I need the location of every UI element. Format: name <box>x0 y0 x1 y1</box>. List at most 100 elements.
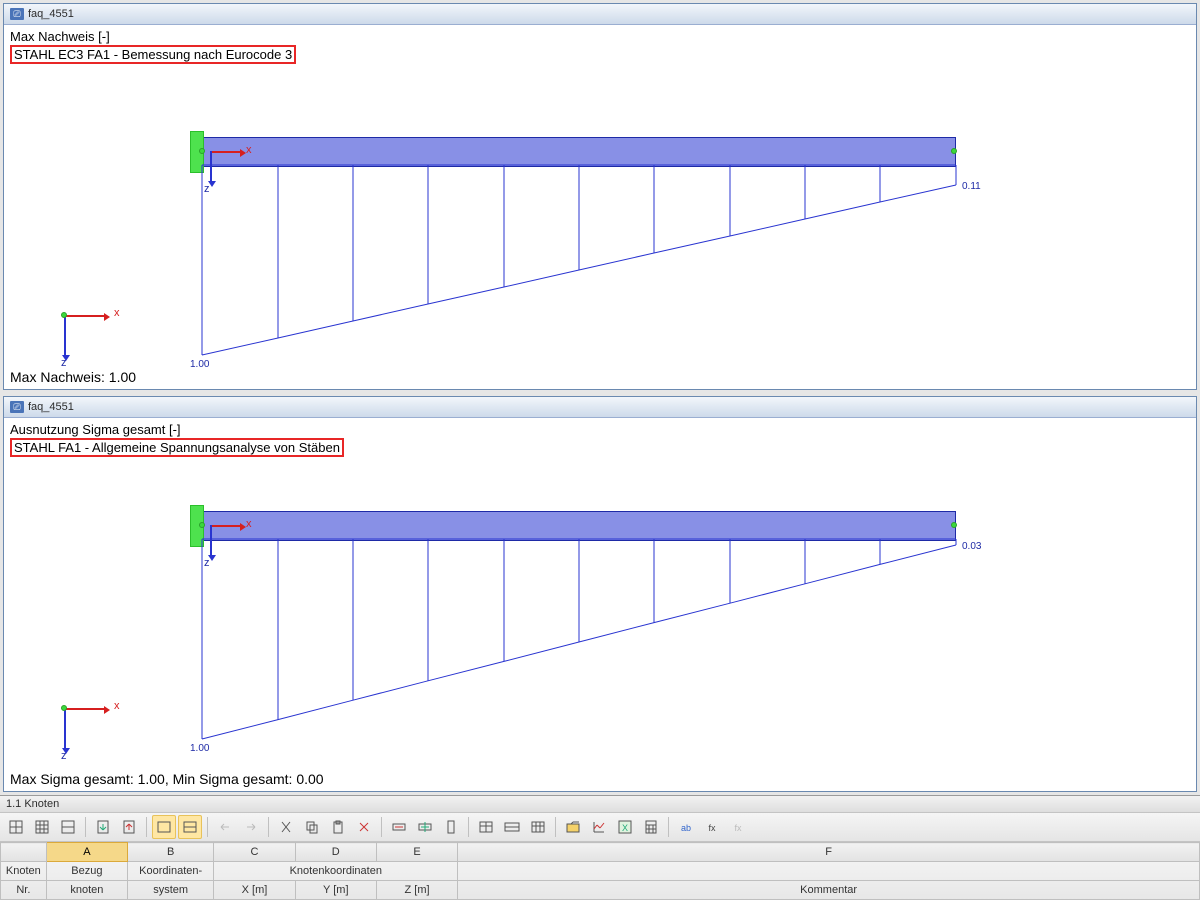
origin-marker <box>61 705 67 711</box>
column-letter[interactable]: C <box>214 843 295 862</box>
toolbar-rect-sel-button[interactable] <box>152 815 176 839</box>
column-letter[interactable]: E <box>376 843 457 862</box>
origin-marker <box>61 312 67 318</box>
table-toolbar: Xab fx fx <box>0 813 1200 842</box>
toolbar-separator <box>468 817 469 837</box>
toolbar-separator <box>85 817 86 837</box>
delete-icon <box>356 819 372 835</box>
fx-x-icon: fx <box>730 819 746 835</box>
global-x-axis <box>64 315 104 317</box>
viewport[interactable]: Ausnutzung Sigma gesamt [-]STAHL FA1 - A… <box>4 418 1196 791</box>
toolbar-rect-sel2-button[interactable] <box>178 815 202 839</box>
toolbar-paste-button[interactable] <box>326 815 350 839</box>
panel-icon: ⎚ <box>10 401 24 413</box>
col-subheader[interactable]: Z [m] <box>376 881 457 900</box>
toolbar-grid-button[interactable] <box>4 815 28 839</box>
column-letter[interactable]: F <box>458 843 1200 862</box>
table-icon <box>478 819 494 835</box>
toolbar-calc-button[interactable] <box>639 815 663 839</box>
col-header[interactable]: Bezug <box>46 862 127 881</box>
toolbar-chart-button[interactable] <box>587 815 611 839</box>
table-column-headers: ABCDEF KnotenBezugKoordinaten-Knotenkoord… <box>0 842 1200 900</box>
rect-sel2-icon <box>182 819 198 835</box>
col-subheader[interactable]: system <box>128 881 214 900</box>
col-subheader[interactable]: Kommentar <box>458 881 1200 900</box>
col-subheader[interactable]: Nr. <box>1 881 47 900</box>
global-z-label: z <box>61 750 67 762</box>
column-letter[interactable]: B <box>128 843 214 862</box>
copy-icon <box>304 819 320 835</box>
toolbar-separator <box>207 817 208 837</box>
viewport[interactable]: Max Nachweis [-]STAHL EC3 FA1 - Bemessun… <box>4 25 1196 389</box>
toolbar-fx-x-button[interactable]: fx <box>726 815 750 839</box>
calc-icon <box>643 819 659 835</box>
column-letter[interactable]: D <box>295 843 376 862</box>
result-summary: Max Nachweis: 1.00 <box>10 369 136 385</box>
toolbar-import-button[interactable] <box>91 815 115 839</box>
panel-titlebar[interactable]: ⎚ faq_4551 <box>4 397 1196 418</box>
toolbar-cut-button[interactable] <box>274 815 298 839</box>
col-header-group[interactable]: Knotenkoordinaten <box>214 862 458 881</box>
global-x-axis <box>64 708 104 710</box>
toolbar-fx-button[interactable]: fx <box>700 815 724 839</box>
col-subheader[interactable]: knoten <box>46 881 127 900</box>
toolbar-xls-button[interactable]: X <box>613 815 637 839</box>
global-z-axis <box>64 315 66 355</box>
table-title: 1.1 Knoten <box>0 796 1200 813</box>
toolbar-row-ins-button[interactable] <box>413 815 437 839</box>
panel-title: faq_4551 <box>28 4 74 24</box>
toolbar-separator <box>381 817 382 837</box>
col-header[interactable] <box>458 862 1200 881</box>
global-x-label: x <box>114 307 120 319</box>
toolbar-separator <box>668 817 669 837</box>
folder-icon <box>565 819 581 835</box>
toolbar-table-wide-button[interactable] <box>500 815 524 839</box>
import-icon <box>95 819 111 835</box>
undo-icon <box>217 819 233 835</box>
table-wide-icon <box>504 819 520 835</box>
row-del-icon <box>391 819 407 835</box>
row-ins-icon <box>417 819 433 835</box>
export-icon <box>121 819 137 835</box>
result-summary: Max Sigma gesamt: 1.00, Min Sigma gesamt… <box>10 771 324 787</box>
col-header[interactable]: Knoten <box>1 862 47 881</box>
toolbar-col-tool-button[interactable] <box>439 815 463 839</box>
toolbar-table-button[interactable] <box>474 815 498 839</box>
toolbar-table-cfg-button[interactable] <box>526 815 550 839</box>
result-diagram <box>4 418 986 759</box>
redo-icon <box>243 819 259 835</box>
toolbar-grid-all-button[interactable] <box>30 815 54 839</box>
col-subheader[interactable]: X [m] <box>214 881 295 900</box>
toolbar-row-del-button[interactable] <box>387 815 411 839</box>
result-diagram <box>4 25 986 375</box>
svg-text:fx: fx <box>708 823 716 833</box>
corner-cell[interactable] <box>1 843 47 862</box>
svg-text:ab: ab <box>681 823 691 833</box>
table-cfg-icon <box>530 819 546 835</box>
toolbar-abc-button[interactable]: ab <box>674 815 698 839</box>
diagram-base-value: 1.00 <box>190 359 209 370</box>
chart-icon <box>591 819 607 835</box>
svg-text:X: X <box>622 823 628 833</box>
toolbar-separator <box>555 817 556 837</box>
global-z-label: z <box>61 357 67 369</box>
panel-icon: ⎚ <box>10 8 24 20</box>
panel-title: faq_4551 <box>28 397 74 417</box>
column-letter[interactable]: A <box>46 843 127 862</box>
toolbar-folder-button[interactable] <box>561 815 585 839</box>
toolbar-grid-merge-button[interactable] <box>56 815 80 839</box>
toolbar-copy-button[interactable] <box>300 815 324 839</box>
panel-titlebar[interactable]: ⎚ faq_4551 <box>4 4 1196 25</box>
toolbar-separator <box>146 817 147 837</box>
col-subheader[interactable]: Y [m] <box>295 881 376 900</box>
toolbar-undo-button[interactable] <box>213 815 237 839</box>
cut-icon <box>278 819 294 835</box>
diagram-base-value: 1.00 <box>190 743 209 754</box>
col-tool-icon <box>443 819 459 835</box>
col-header[interactable]: Koordinaten- <box>128 862 214 881</box>
toolbar-redo-button[interactable] <box>239 815 263 839</box>
result-panel: ⎚ faq_4551Max Nachweis [-]STAHL EC3 FA1 -… <box>3 3 1197 390</box>
global-x-label: x <box>114 700 120 712</box>
toolbar-export-button[interactable] <box>117 815 141 839</box>
toolbar-delete-button[interactable] <box>352 815 376 839</box>
